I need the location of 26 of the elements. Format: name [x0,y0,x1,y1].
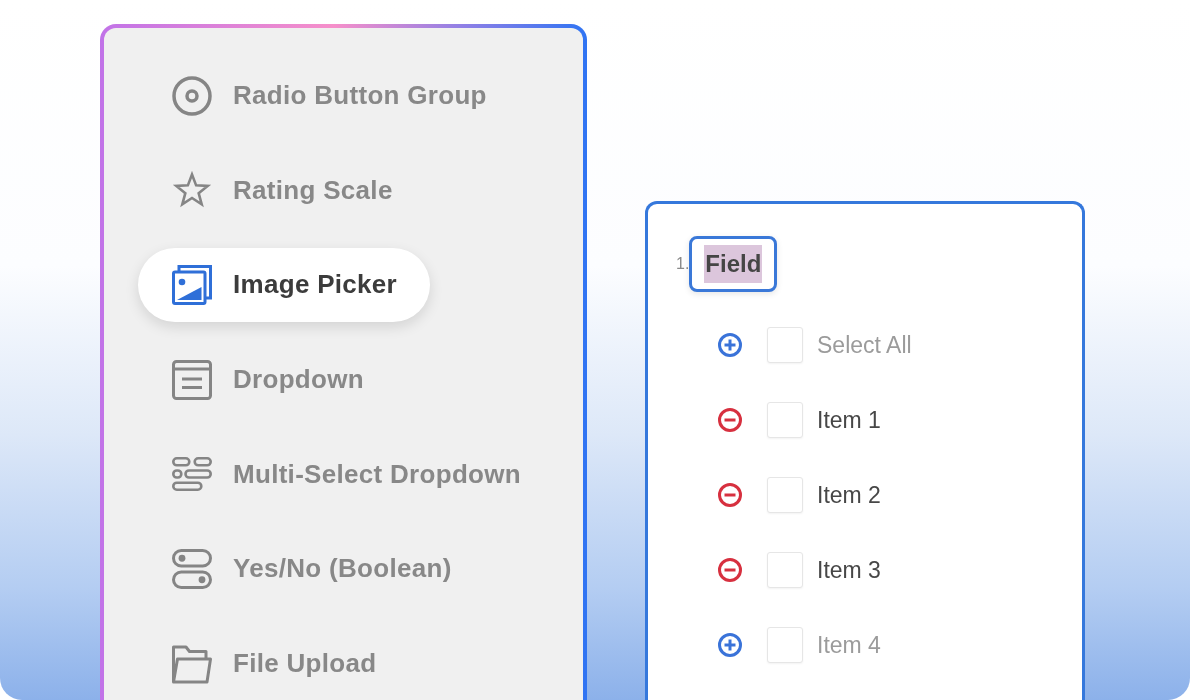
toggle-icon [172,548,212,589]
question-number: 1. [676,255,690,273]
choice-label: Item 3 [817,556,881,584]
choice-label: Select All [817,331,912,359]
sidebar-item[interactable]: File Upload [138,626,410,700]
sidebar-item[interactable]: Image Picker [138,247,431,322]
sidebar-item[interactable]: Multi-Select Dropdown [138,437,554,512]
sidebar-item[interactable]: Yes/No (Boolean) [138,531,485,606]
image-icon [172,264,212,305]
minus-circle-icon[interactable] [718,408,742,432]
minus-circle-icon[interactable] [718,483,742,507]
title-field[interactable]: Field [689,236,778,292]
choice-label: Item 2 [817,481,881,509]
checkbox[interactable] [767,477,803,513]
checkbox[interactable] [767,402,803,438]
minus-circle-icon[interactable] [718,558,742,582]
choice-label: Item 1 [817,406,881,434]
sidebar-item[interactable]: Rating Scale [138,153,426,228]
sidebar-item[interactable]: Radio Button Group [138,58,520,133]
list-box-icon [172,359,212,400]
choice-label: Item 4 [817,631,881,659]
pill-rows-icon [172,457,212,492]
sidebar-item[interactable]: Dropdown [138,342,397,417]
radio-icon [172,75,212,116]
folder-icon [172,643,212,684]
checkbox[interactable] [767,552,803,588]
